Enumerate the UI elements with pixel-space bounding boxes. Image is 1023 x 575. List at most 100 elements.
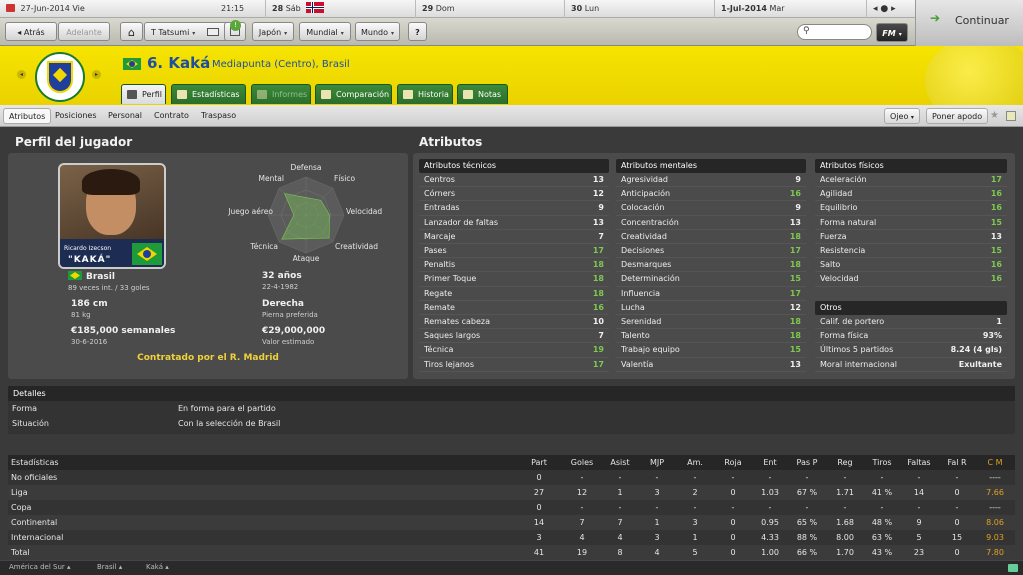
attribute-name: Saques largos (424, 331, 481, 341)
subnav-personal[interactable]: Personal (103, 108, 147, 124)
attribute-row[interactable]: Moral internacional Exultante (815, 358, 1007, 372)
subnav-contrato[interactable]: Contrato (149, 108, 194, 124)
attribute-row[interactable]: Desmarques 18 (616, 258, 806, 273)
calendar-day[interactable]: 29 Dom (415, 0, 564, 18)
stats-column-header[interactable]: Part (517, 455, 561, 470)
world-cup-menu[interactable]: Mundial ▾ (299, 22, 351, 41)
attribute-value: 15 (990, 246, 1002, 255)
stats-row[interactable]: Continental 14 7 7 1 3 0 0.95 65 % 1.68 48 % 9 0 8.06 (8, 515, 1015, 530)
attribute-row[interactable]: Determinación 15 (616, 272, 806, 287)
current-date[interactable]: 27-Jun-2014 Vie 21:15 (0, 0, 265, 18)
attribute-row[interactable]: Lucha 12 (616, 301, 806, 315)
attribute-row[interactable]: Últimos 5 partidos 8.24 (4 gls) (815, 343, 1007, 358)
attribute-row[interactable]: Serenidad 18 (616, 315, 806, 330)
forward-button[interactable]: Adelante (58, 22, 110, 41)
nickname-button[interactable]: Poner apodo (926, 108, 989, 124)
attribute-row[interactable]: Valentía 13 (616, 358, 806, 372)
attribute-row[interactable]: Forma física 93% (815, 329, 1007, 344)
attribute-row[interactable]: Resistencia 15 (815, 244, 1007, 259)
star-icon[interactable]: ★ (990, 110, 999, 121)
breadcrumb-region[interactable]: América del Sur ▴ (9, 563, 71, 571)
attribute-row[interactable]: Velocidad 16 (815, 272, 1007, 287)
continue-button[interactable]: ➔ Continuar (915, 0, 1023, 46)
notification-badge[interactable]: ! (230, 20, 241, 31)
stats-column-header[interactable]: C M (973, 455, 1017, 470)
breadcrumb-nation[interactable]: Brasil ▴ (97, 563, 122, 571)
breadcrumb-player[interactable]: Kaká ▴ (146, 563, 169, 571)
today-dot-icon[interactable]: ● (880, 4, 888, 14)
attribute-name: Colocación (621, 203, 665, 213)
stats-row[interactable]: Copa 0- - - - - - - - - - - ---- (8, 500, 1015, 515)
attribute-row[interactable]: Decisiones 17 (616, 244, 806, 259)
attribute-row[interactable]: Concentración 13 (616, 216, 806, 230)
chevron-left-icon[interactable]: ◂ (873, 4, 878, 14)
attribute-row[interactable]: Entradas 9 (419, 201, 609, 216)
attribute-row[interactable]: Agilidad 16 (815, 187, 1007, 202)
attribute-value: 18 (592, 288, 604, 298)
profile-icon (127, 90, 137, 99)
next-icon[interactable]: ▸ (92, 70, 101, 79)
attribute-row[interactable]: Regate 18 (419, 287, 609, 301)
search-input[interactable]: ⚲ (797, 24, 872, 40)
tab-historia[interactable]: Historia (397, 84, 453, 104)
attribute-row[interactable]: Forma natural 15 (815, 216, 1007, 230)
attribute-row[interactable]: Pases 17 (419, 244, 609, 259)
tab-estadisticas[interactable]: Estadísticas (171, 84, 246, 104)
status-icon[interactable] (1008, 564, 1018, 572)
attribute-row[interactable]: Tiros lejanos 17 (419, 358, 609, 372)
stats-competition: Copa (11, 503, 32, 512)
tab-notas[interactable]: Notas (457, 84, 508, 104)
back-button[interactable]: ◂ Atrás (5, 22, 57, 41)
calendar-day[interactable]: 28 Sáb (265, 0, 415, 18)
subnav-traspaso[interactable]: Traspaso (196, 108, 241, 124)
attribute-row[interactable]: Aceleración 17 (815, 173, 1007, 188)
attribute-row[interactable]: Remate 16 (419, 301, 609, 315)
stats-cell: ---- (989, 503, 1001, 512)
attribute-row[interactable]: Primer Toque 18 (419, 272, 609, 287)
japan-menu[interactable]: Japón ▾ (252, 22, 294, 41)
stats-row[interactable]: No oficiales 0- - - - - - - - - - - ---- (8, 470, 1015, 485)
attribute-row[interactable]: Saques largos 7 (419, 329, 609, 344)
attribute-row[interactable]: Trabajo equipo 15 (616, 343, 806, 358)
attribute-row[interactable]: Centros 13 (419, 173, 609, 188)
tab-comparacion[interactable]: Comparación (315, 84, 392, 104)
home-button[interactable]: ⌂ (120, 22, 143, 41)
attribute-value: 16 (990, 203, 1002, 213)
attribute-row[interactable]: Equilibrio 16 (815, 201, 1007, 216)
help-button[interactable]: ? (408, 22, 427, 41)
calendar-day[interactable]: 1-Jul-2014 Mar (714, 0, 866, 18)
subnav-posiciones[interactable]: Posiciones (50, 108, 102, 124)
stats-row[interactable]: Internacional 3 4 4 3 1 0 4.33 88 % 8.00 63 % 5 15 9.… (8, 530, 1015, 545)
attribute-row[interactable]: Colocación 9 (616, 201, 806, 216)
attribute-row[interactable]: Remates cabeza 10 (419, 315, 609, 330)
tab-perfil[interactable]: Perfil (121, 84, 166, 104)
stats-row[interactable]: Total 41 19 8 4 5 0 1.00 66 % 1.70 43 % 23 0 7.80 (8, 545, 1015, 560)
attribute-row[interactable]: Calif. de portero 1 (815, 315, 1007, 330)
attribute-row[interactable]: Agresividad 9 (616, 173, 806, 188)
prev-icon[interactable]: ◂ (17, 70, 26, 79)
attribute-row[interactable]: Fuerza 13 (815, 230, 1007, 244)
attribute-row[interactable]: Creatividad 18 (616, 230, 806, 244)
edit-note-icon[interactable] (1006, 111, 1016, 121)
attribute-row[interactable]: Salto 16 (815, 258, 1007, 273)
attribute-row[interactable]: Técnica 19 (419, 343, 609, 358)
tab-informes[interactable]: Informes (251, 84, 311, 104)
profile-title: Perfil del jugador (15, 135, 133, 149)
chevron-right-icon[interactable]: ▸ (891, 4, 896, 14)
mental-header: Atributos mentales (616, 159, 806, 173)
calendar-nav[interactable]: ◂ ● ▸ (866, 0, 915, 18)
attribute-row[interactable]: Anticipación 16 (616, 187, 806, 202)
stats-row[interactable]: Liga 27 12 1 3 2 0 1.03 67 % 1.71 41 % 14 0 7.66 (8, 485, 1015, 500)
attribute-row[interactable]: Lanzador de faltas 13 (419, 216, 609, 230)
calendar-day[interactable]: 30 Lun (564, 0, 714, 18)
attribute-name: Primer Toque (424, 274, 477, 284)
attribute-row[interactable]: Talento 18 (616, 329, 806, 344)
attribute-row[interactable]: Marcaje 7 (419, 230, 609, 244)
attribute-row[interactable]: Influencia 17 (616, 287, 806, 301)
fm-menu[interactable]: FM ▾ (876, 23, 908, 42)
world-menu[interactable]: Mundo ▾ (355, 22, 400, 41)
ojeo-button[interactable]: Ojeo ▾ (884, 108, 920, 124)
subnav-atributos[interactable]: Atributos (3, 108, 52, 124)
attribute-row[interactable]: Penaltis 18 (419, 258, 609, 273)
attribute-row[interactable]: Córners 12 (419, 187, 609, 202)
